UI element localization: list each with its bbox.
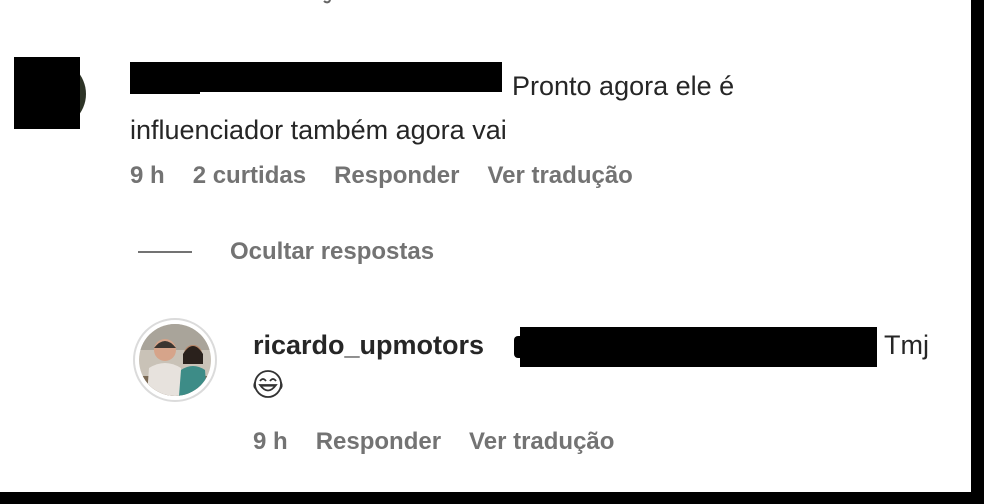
avatar-redaction [14,57,80,129]
reply-timestamp[interactable]: 9 h [253,428,288,456]
comment-timestamp[interactable]: 9 h [130,162,165,190]
comment-translate-link[interactable]: Ver tradução [487,162,632,190]
reply-mention-redaction-edge [514,336,522,358]
comment-likes[interactable]: 2 curtidas [193,162,306,190]
hide-replies-button[interactable]: Ocultar respostas [138,238,434,266]
hide-replies-divider [138,251,192,253]
laughing-crying-emoji-icon [253,370,283,398]
comment-text-line1: Pronto agora ele é [512,71,735,101]
comment-meta: 9 h 2 curtidas Responder Ver tradução [130,162,661,190]
reply-reply-button[interactable]: Responder [316,428,441,456]
commenter-avatar[interactable] [14,57,88,129]
reply-meta: 9 h Responder Ver tradução [253,428,642,456]
avatar-photo-icon [139,324,211,396]
hide-replies-label: Ocultar respostas [230,238,435,265]
comment-text: Pronto agora ele é influenciador também … [130,64,830,152]
reply-avatar[interactable] [133,318,217,402]
comment-reply-button[interactable]: Responder [334,162,459,190]
reply-translate-link[interactable]: Ver tradução [469,428,614,456]
comments-panel: Pronto agora ele é influenciador também … [0,0,971,492]
clipped-text-fragment [323,0,331,4]
reply-text: Tmj [884,330,929,360]
reply-username[interactable]: ricardo_upmotors [253,330,484,361]
reply-mention-redaction [520,327,877,367]
comment-text-line2: influenciador também agora vai [130,115,507,145]
